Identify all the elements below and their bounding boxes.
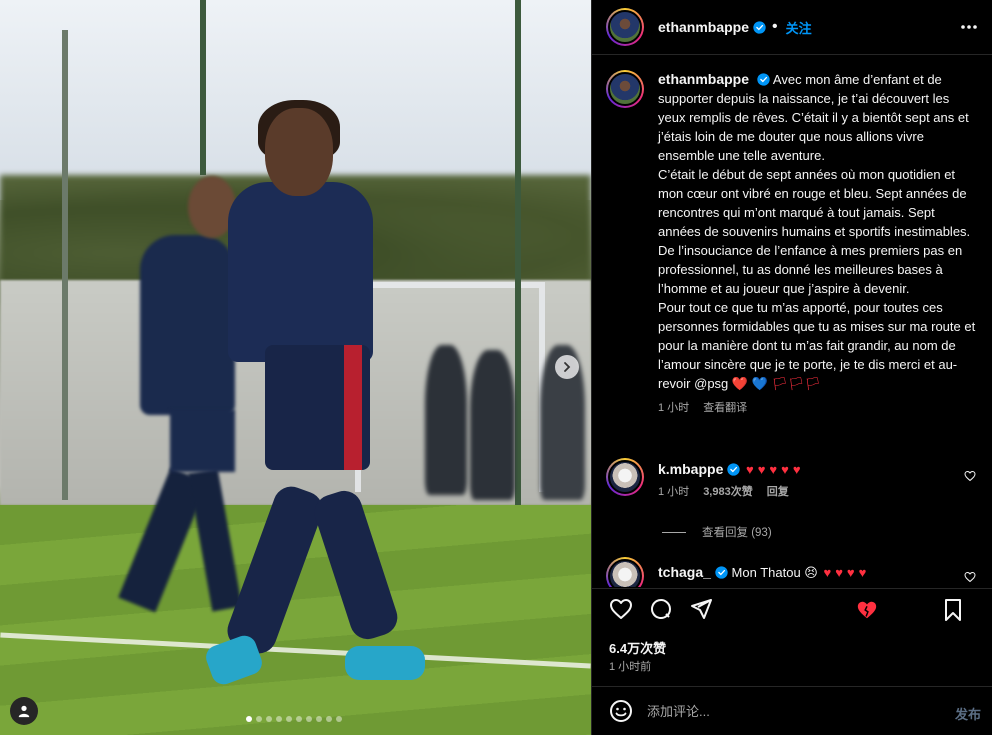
photo-spectator [425, 345, 467, 495]
comment-hearts: ♥♥♥♥♥ [745, 462, 805, 477]
carousel-dot [286, 716, 292, 722]
divider [662, 531, 686, 533]
caption-meta: 1 小时 查看翻译 [658, 399, 976, 418]
follow-button[interactable]: 关注 [786, 18, 812, 37]
comment-item: tchaga_ Mon Thatou 😣 ♥♥♥♥ [606, 557, 986, 587]
post-comment-button[interactable]: 发布 [955, 704, 981, 723]
avatar[interactable] [606, 557, 644, 587]
post-panel: ethanmbappe • 关注 ethanmbappe Avec mon âm… [591, 0, 992, 735]
photo-pole [200, 0, 206, 175]
avatar[interactable] [606, 458, 644, 496]
comment-meta: 1 小时 3,983次赞 回复 [658, 483, 805, 502]
likes-count[interactable]: 6.4万次赞 [609, 638, 666, 657]
avatar[interactable] [606, 8, 644, 46]
photo-player-front [265, 108, 333, 196]
comment-hearts: ♥♥♥♥ [823, 565, 871, 580]
comment-input[interactable] [647, 703, 937, 719]
caption-emoji: ❤️ 💙 🏳🏳🏳 [731, 376, 822, 391]
photo-spectator [470, 350, 515, 500]
photo-pole [62, 30, 68, 500]
heart-outline-icon[interactable] [964, 571, 976, 583]
avatar[interactable] [606, 70, 644, 108]
comment-likes[interactable]: 3,983次赞 [703, 486, 753, 498]
header-username[interactable]: ethanmbappe [658, 19, 749, 35]
carousel-dots [246, 716, 342, 722]
emoji-icon[interactable] [609, 699, 633, 723]
more-options-icon[interactable] [959, 17, 979, 37]
comment-text: Mon Thatou 😣 [731, 565, 818, 580]
heart-outline-icon[interactable] [964, 470, 976, 482]
carousel-dot [306, 716, 312, 722]
tagged-users-button[interactable] [10, 697, 38, 725]
comment-username[interactable]: k.mbappe [658, 461, 723, 477]
photo-player-front [228, 182, 373, 362]
caption-body: Avec mon âme d’enfant et de supporter de… [658, 72, 976, 391]
post-caption: ethanmbappe Avec mon âme d’enfant et de … [606, 70, 986, 418]
chevron-right-icon [564, 362, 571, 372]
add-comment-bar: 发布 [592, 686, 992, 735]
view-replies-button[interactable]: 查看回复 (93) [662, 524, 772, 540]
comment-time: 1 小时 [658, 486, 690, 498]
broken-heart-icon [857, 601, 877, 619]
photo-player-back [140, 235, 235, 415]
carousel-next-button[interactable] [555, 355, 579, 379]
post-photo[interactable] [0, 0, 591, 735]
separator-dot: • [772, 18, 778, 35]
comment-bubble-icon[interactable] [649, 597, 673, 621]
comment-username[interactable]: tchaga_ [658, 564, 711, 580]
carousel-dot [326, 716, 332, 722]
caption-text: ethanmbappe Avec mon âme d’enfant et de … [658, 70, 976, 393]
carousel-dot [336, 716, 342, 722]
photo-player-back [170, 410, 235, 472]
verified-badge-icon [753, 20, 766, 34]
action-bar [592, 588, 992, 628]
carousel-dot [256, 716, 262, 722]
post-header: ethanmbappe • 关注 [592, 0, 992, 55]
verified-badge-icon [715, 566, 728, 579]
comment-item: k.mbappe ♥♥♥♥♥ 1 小时 3,983次赞 回复 [606, 458, 986, 502]
carousel-dot [316, 716, 322, 722]
carousel-dot [276, 716, 282, 722]
verified-badge-icon [727, 463, 741, 476]
photo-player-front [345, 646, 425, 680]
reply-button[interactable]: 回复 [767, 486, 789, 498]
carousel-dot [266, 716, 272, 722]
translate-link[interactable]: 查看翻译 [703, 402, 747, 414]
verified-badge-icon [757, 73, 770, 86]
caption-username[interactable]: ethanmbappe [658, 71, 749, 87]
carousel-dot [246, 716, 252, 722]
share-send-icon[interactable] [689, 597, 713, 621]
post-time: 1 小时前 [609, 661, 652, 673]
user-icon [18, 705, 30, 718]
photo-player-front [344, 345, 362, 470]
bookmark-icon[interactable] [941, 598, 965, 622]
view-replies-label: 查看回复 (93) [702, 527, 772, 539]
like-heart-icon[interactable] [609, 597, 633, 621]
carousel-dot [296, 716, 302, 722]
photo-pole [515, 0, 521, 505]
caption-time: 1 小时 [658, 402, 690, 414]
